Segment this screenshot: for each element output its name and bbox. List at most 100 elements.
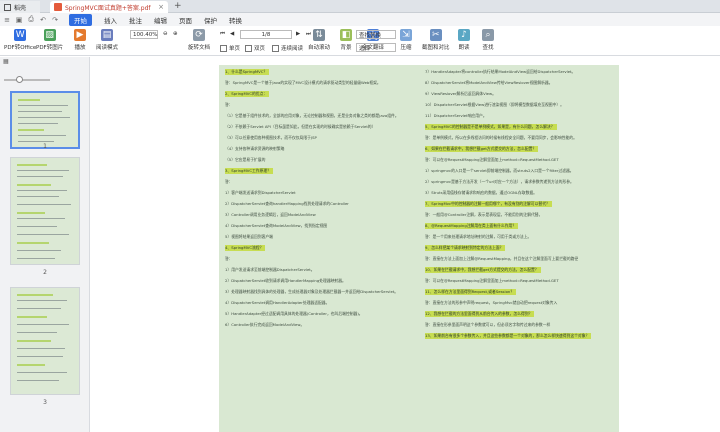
menu-protect[interactable]: 保护	[204, 15, 217, 25]
rotate-doc-button[interactable]: ⟳ 旋转文档	[188, 29, 210, 51]
line-text: 1）用户发送请求至前端控制器DispatcherServlet。	[225, 267, 315, 272]
line-text: 4、SpringMVC流程？	[225, 245, 266, 251]
read-mode-button[interactable]: ▤ 阅读模式	[96, 29, 118, 51]
line-text: 答：可以在@RequestMapping注解里面加上method=Request…	[425, 157, 559, 162]
menu-bar: ≡ ▣ ⎙ ↶ ↷ 开始 插入 批注 编辑 页面 保护 转换	[0, 13, 720, 26]
zoom-in-icon[interactable]: ⊕	[173, 31, 178, 37]
thumbnail-line	[17, 308, 61, 309]
tab-document[interactable]: SpringMVC面试真题+答案.pdf ×	[50, 1, 168, 13]
double-page-button[interactable]: 双页	[245, 44, 265, 52]
thumbnail-line	[17, 372, 67, 373]
speaker-icon: ♪	[458, 29, 470, 41]
line-text: 4）DispatcherServlet调用HandlerAdapter处理器适配…	[225, 300, 330, 305]
line-text: 12、我想在拦截的方法里面得到从前台传入的参数，怎么得到？	[425, 311, 535, 317]
find-button[interactable]: ⌕ 查找	[482, 29, 494, 51]
select-tool[interactable]: 选择	[356, 43, 396, 52]
document-viewer[interactable]: 1、什么是SpringMVC？ 答：SpringMVC是一个基于Java的实现了M…	[91, 57, 720, 432]
close-tab-icon[interactable]: ×	[158, 3, 164, 11]
thumbnail-page-2-number: 2	[43, 269, 47, 276]
menu-start[interactable]: 开始	[69, 13, 92, 26]
rotate-doc-label: 旋转文档	[188, 45, 211, 51]
thumbnail-line	[17, 184, 51, 186]
next-page-icon[interactable]: ▶	[296, 31, 300, 37]
new-tab-button[interactable]: +	[174, 1, 182, 11]
line-text: （3）可以任意使用各种视图技术，而不仅仅局限于JSP	[225, 135, 317, 140]
pdf-to-image-button[interactable]: ▨ PDF转图片	[36, 29, 63, 51]
thumbnail-line	[18, 105, 68, 106]
document-page: 1、什么是SpringMVC？ 答：SpringMVC是一个基于Java的实现了M…	[219, 65, 619, 432]
line-text: 3）处理器映射器找到具体的处理器，生成处理器对象及处理器拦截器一并返回给Disp…	[225, 289, 399, 294]
read-aloud-button[interactable]: ♪ 朗读	[458, 29, 470, 51]
select-tool-label: 选择	[359, 45, 371, 52]
menu-annotate[interactable]: 批注	[129, 15, 142, 25]
thumbnail-page-1[interactable]	[10, 91, 80, 149]
menu-insert[interactable]: 插入	[104, 15, 117, 25]
first-page-icon[interactable]: ⏮	[220, 31, 225, 38]
play-label: 播放	[74, 45, 86, 51]
compress-label: 压缩	[400, 45, 412, 51]
slider-knob[interactable]	[16, 76, 23, 83]
pdf-to-office-label: PDF转Office	[4, 45, 37, 51]
play-button[interactable]: ▶ 播放	[74, 29, 86, 51]
thumbnail-line	[18, 129, 44, 131]
thumbnail-line	[17, 170, 69, 171]
line-text: 9）ViewReslover解析后返回具体View。	[425, 91, 496, 96]
thumbnail-line	[17, 218, 65, 219]
thumbnail-line	[17, 258, 55, 259]
find-replace-select[interactable]: 查找替换	[356, 30, 396, 39]
redo-icon[interactable]: ↷	[51, 16, 59, 24]
line-text: 7）HandlerAdapter将controller执行结果ModelAndV…	[425, 69, 576, 74]
line-text: 3、SpringMVC工作原理？	[225, 168, 273, 174]
background-label: 背景	[340, 45, 352, 51]
background-button[interactable]: ◧ 背景	[340, 29, 352, 51]
line-text: 5）HandlerAdapter经过适配调用具体的处理器(Controller，…	[225, 311, 363, 316]
print-icon[interactable]: ⎙	[27, 15, 35, 24]
zoom-out-icon[interactable]: ⊖	[163, 31, 168, 37]
thumbnail-page-2[interactable]	[10, 157, 80, 265]
text-line: （1）它是基于组件技术的，全部的应用对象，无论控制器和视图，还是业务对象之类的都…	[225, 113, 415, 119]
page-number-input[interactable]: 1/8	[240, 30, 292, 39]
search-icon: ⌕	[482, 29, 494, 41]
text-line: 3）处理器映射器找到具体的处理器，生成处理器对象及处理器拦截器一并返回给Disp…	[225, 289, 415, 295]
line-text: 10）DispatcherServlet根据View进行渲染视图（即将模型数据填…	[425, 102, 564, 107]
pdf-to-office-button[interactable]: W PDF转Office	[4, 29, 36, 51]
thumbnail-line	[17, 204, 71, 205]
thumbnail-line	[18, 123, 58, 124]
ribbon-toolbar: W PDF转Office ▨ PDF转图片 ▶ 播放 ▤ 阅读模式 100.40…	[0, 26, 720, 56]
menu-edit[interactable]: 编辑	[154, 15, 167, 25]
menu-icon[interactable]: ≡	[3, 16, 11, 24]
line-text: 1、什么是SpringMVC？	[225, 69, 270, 75]
line-text: （5）它应是易于扩展的	[225, 157, 266, 162]
thumbnail-page-3[interactable]	[10, 287, 80, 395]
thumbnail-line	[17, 176, 63, 177]
menu-page[interactable]: 页面	[179, 15, 192, 25]
line-text: 答：	[225, 256, 233, 261]
screenshot-compare-button[interactable]: ✂ 截图和对比	[422, 29, 450, 51]
zoom-select[interactable]: 100.40%	[130, 30, 158, 39]
undo-icon[interactable]: ↶	[39, 16, 47, 24]
thumbnail-panel-header: ▦	[0, 57, 89, 66]
screenshot-compare-label: 截图和对比	[422, 45, 450, 51]
thumbnail-size-slider[interactable]	[4, 76, 50, 83]
zoom-value: 100.40%	[133, 31, 158, 38]
single-page-button[interactable]: 单页	[220, 44, 240, 52]
line-text: 4）DispatcherServlet查询ModelAndView，找到指定视图	[225, 223, 328, 228]
prev-page-icon[interactable]: ◀	[230, 31, 234, 37]
tab-home-label: 稻壳	[14, 4, 27, 12]
pdf-to-image-icon: ▨	[43, 29, 56, 41]
compress-button[interactable]: ⇲ 压缩	[400, 29, 412, 51]
continuous-read-button[interactable]: 连续阅读	[272, 44, 303, 52]
tab-home[interactable]: 稻壳	[0, 1, 40, 13]
menu-convert[interactable]: 转换	[229, 15, 242, 25]
thumbnail-line	[17, 242, 49, 244]
save-icon[interactable]: ▣	[15, 16, 23, 24]
auto-scroll-button[interactable]: ⇅ 自动滚动	[308, 29, 330, 51]
pdf-to-image-label: PDF转图片	[36, 45, 64, 51]
line-text: 5、SpringMVC的控制器是不是单例模式，如果是，有什么问题，怎么解决？	[425, 124, 557, 130]
double-page-label: 双页	[254, 46, 266, 52]
line-text: 2）DispatcherServlet查询handlerMapping找到处理请…	[225, 201, 349, 206]
thumbnail-view-icon[interactable]: ▦	[3, 58, 9, 65]
line-text: 6、如果在拦截请求中，我想拦截get方式提交的方法，怎么配置？	[425, 146, 539, 152]
thumbnail-line	[17, 212, 45, 214]
continuous-read-icon	[272, 44, 279, 52]
